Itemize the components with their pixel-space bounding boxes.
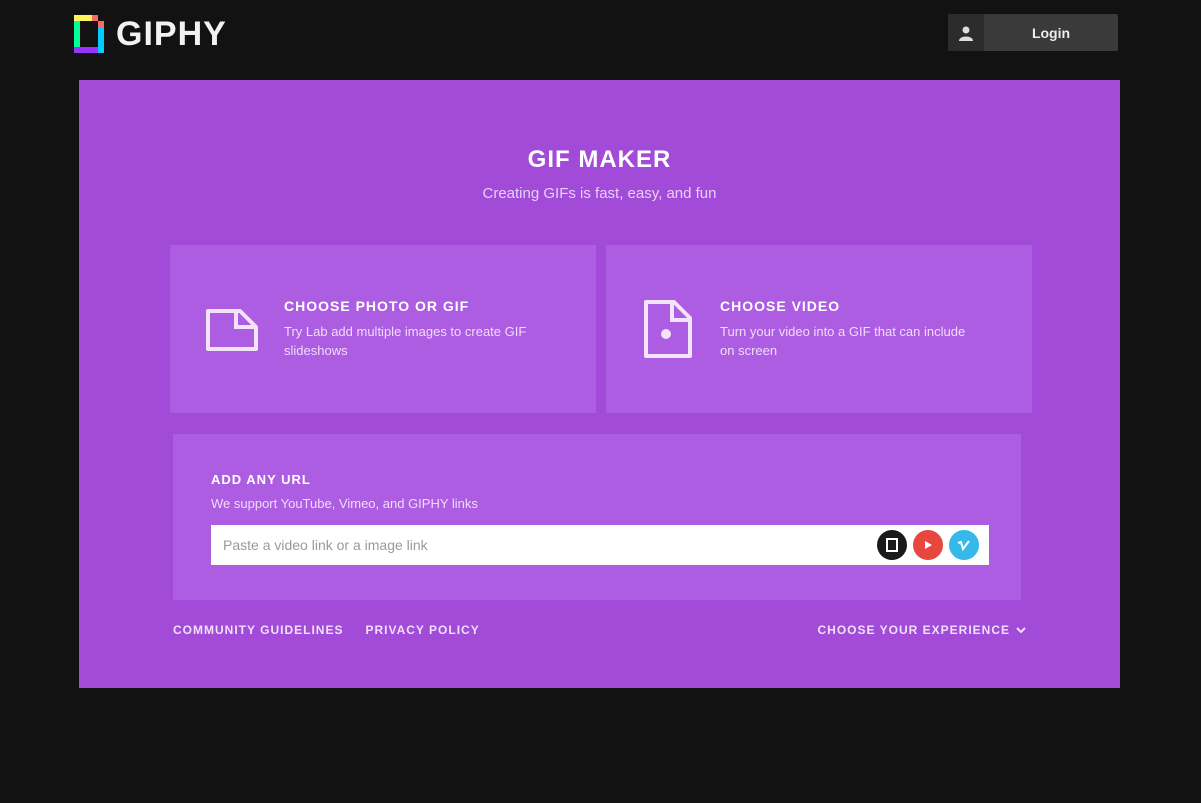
add-url-section: ADD ANY URL We support YouTube, Vimeo, a… <box>173 434 1021 600</box>
youtube-source-icon <box>913 530 943 560</box>
giphy-source-icon <box>877 530 907 560</box>
option-description: Try Lab add multiple images to create GI… <box>284 324 527 358</box>
url-input-wrapper <box>211 525 989 565</box>
url-section-title: ADD ANY URL <box>211 472 311 487</box>
vimeo-source-icon <box>949 530 979 560</box>
top-bar: GIPHY Login <box>0 0 1201 66</box>
login-button[interactable]: Login <box>948 14 1118 51</box>
url-section-description: We support YouTube, Vimeo, and GIPHY lin… <box>211 496 478 511</box>
option-title: CHOOSE PHOTO OR GIF <box>284 298 470 314</box>
giphy-logo-icon <box>74 13 108 55</box>
choose-photo-option[interactable]: CHOOSE PHOTO OR GIF Try Lab add multiple… <box>170 245 596 413</box>
video-file-icon <box>636 297 700 361</box>
upload-options: CHOOSE PHOTO OR GIF Try Lab add multiple… <box>170 245 1032 413</box>
community-guidelines-link[interactable]: COMMUNITY GUIDELINES <box>173 623 343 637</box>
page-subtitle: Creating GIFs is fast, easy, and fun <box>482 185 717 202</box>
option-description: Turn your video into a GIF that can incl… <box>720 324 966 358</box>
choose-video-option[interactable]: CHOOSE VIDEO Turn your video into a GIF … <box>606 245 1032 413</box>
giphy-logo[interactable]: GIPHY <box>74 12 227 56</box>
gif-maker-panel: GIF MAKER Creating GIFs is fast, easy, a… <box>79 80 1120 688</box>
option-title: CHOOSE VIDEO <box>720 298 841 314</box>
image-icon <box>200 297 264 361</box>
brand-name: GIPHY <box>116 14 227 53</box>
user-icon <box>948 14 984 51</box>
url-input[interactable] <box>211 525 877 565</box>
login-label: Login <box>1031 24 1071 41</box>
footer-links: COMMUNITY GUIDELINES PRIVACY POLICY <box>173 623 480 637</box>
choose-experience-link[interactable]: CHOOSE YOUR EXPERIENCE <box>818 623 1026 637</box>
source-icons <box>877 530 989 560</box>
page-title: GIF MAKER <box>527 146 672 173</box>
choose-experience-label: CHOOSE YOUR EXPERIENCE <box>817 623 1010 637</box>
privacy-policy-link[interactable]: PRIVACY POLICY <box>365 623 479 637</box>
chevron-down-icon <box>1016 623 1026 637</box>
